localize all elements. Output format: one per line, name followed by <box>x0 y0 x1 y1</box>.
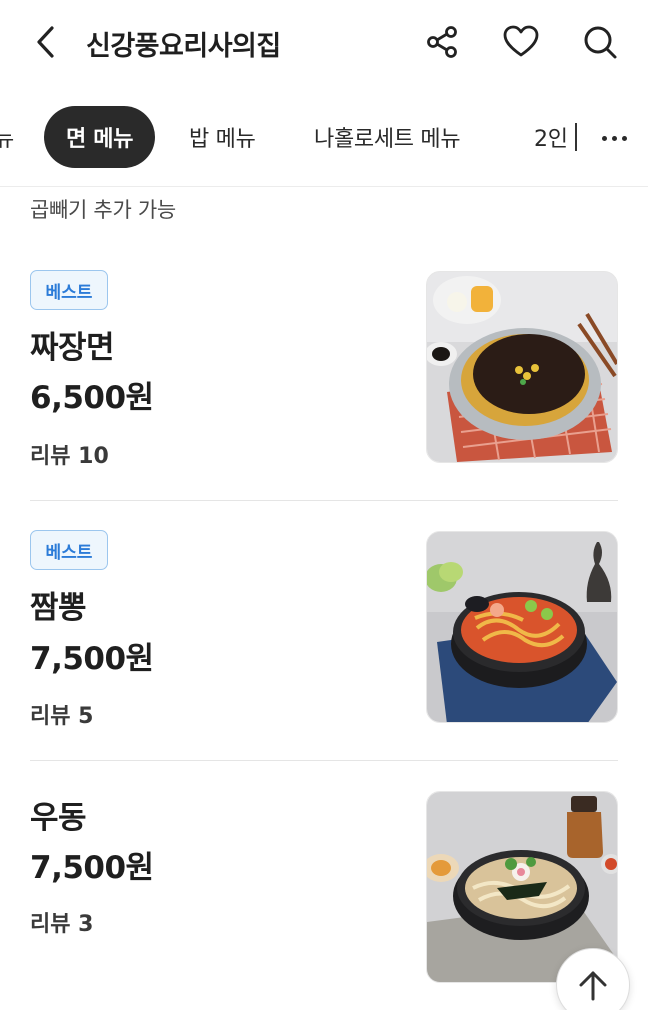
menu-item-name: 짜장면 <box>30 330 115 366</box>
menu-item-price: 6,500원 <box>30 380 154 416</box>
section-note: 곱빼기 추가 가능 <box>30 198 176 222</box>
menu-item-price: 7,500원 <box>30 641 154 677</box>
menu-item-name: 우동 <box>30 800 87 836</box>
share-button[interactable] <box>422 22 462 62</box>
item-divider <box>30 500 618 501</box>
menu-item-image[interactable] <box>426 531 618 723</box>
search-icon <box>584 26 617 59</box>
menu-item-price: 7,500원 <box>30 850 154 886</box>
tab-scroll-divider <box>575 123 577 151</box>
tabs-divider <box>0 186 648 187</box>
share-icon <box>427 26 457 58</box>
heart-icon <box>503 25 539 57</box>
back-button[interactable] <box>28 22 64 62</box>
tab-previous-partial[interactable]: 뉴 <box>0 106 14 168</box>
menu-category-tabs: 뉴 면 메뉴 밥 메뉴 나홀로세트 메뉴 2인 <box>0 100 648 176</box>
app-header: 신강풍요리사의집 <box>0 0 648 86</box>
scroll-to-top-button[interactable] <box>556 948 630 1010</box>
more-dot-icon <box>611 135 617 141</box>
more-dot-icon <box>621 135 627 141</box>
search-button[interactable] <box>580 22 620 62</box>
tab-two-person-menu[interactable]: 2인 <box>534 106 568 168</box>
back-arrow-icon <box>37 26 54 58</box>
menu-item-image[interactable] <box>426 271 618 463</box>
best-badge: 베스트 <box>30 530 108 570</box>
best-badge: 베스트 <box>30 270 108 310</box>
favorite-button[interactable] <box>501 22 541 62</box>
menu-item-name: 짬뽕 <box>30 590 87 626</box>
menu-item-review-count: 리뷰 10 <box>30 444 109 469</box>
menu-item-review-count: 리뷰 3 <box>30 912 94 937</box>
more-tabs-button[interactable] <box>590 118 638 158</box>
tab-solo-set-menu[interactable]: 나홀로세트 메뉴 <box>314 106 461 168</box>
item-divider <box>30 760 618 761</box>
tab-noodle-menu[interactable]: 면 메뉴 <box>44 106 156 168</box>
more-dot-icon <box>601 135 607 141</box>
menu-item-review-count: 리뷰 5 <box>30 704 94 729</box>
arrow-up-icon <box>579 971 607 1001</box>
tab-rice-menu[interactable]: 밥 메뉴 <box>189 106 256 168</box>
page-title: 신강풍요리사의집 <box>86 31 281 62</box>
